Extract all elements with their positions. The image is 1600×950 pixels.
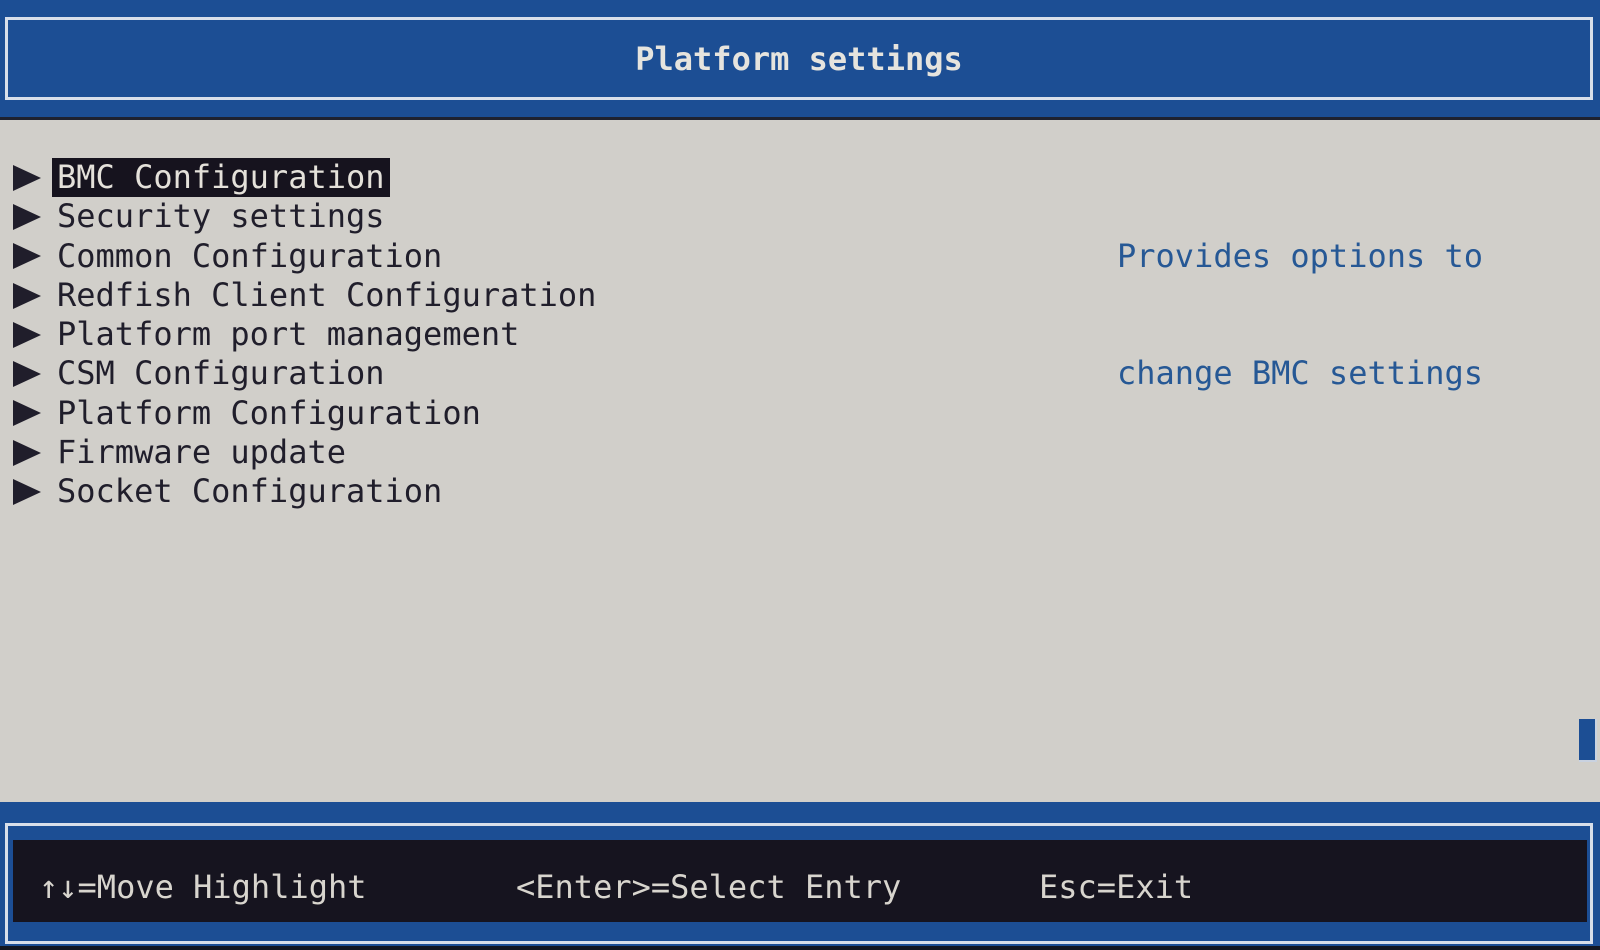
- title-bar: Platform settings: [0, 0, 1600, 117]
- submenu-arrow-icon: [13, 203, 57, 230]
- menu-item-label: Security settings: [57, 197, 385, 236]
- hotkey-box: ↑↓=Move Highlight <Enter>=Select Entry E…: [13, 840, 1587, 922]
- menu-item-label: CSM Configuration: [57, 354, 385, 393]
- help-panel: Provides options to change BMC settings: [1117, 158, 1483, 472]
- menu-item-platform-configuration[interactable]: Platform Configuration: [0, 394, 601, 433]
- help-text-line: Provides options to: [1117, 236, 1484, 275]
- menu-list: BMC Configuration Security settings Comm…: [0, 158, 601, 512]
- menu-item-bmc-configuration[interactable]: BMC Configuration: [0, 158, 601, 198]
- menu-item-label: BMC Configuration: [52, 158, 390, 198]
- submenu-arrow-icon: [13, 164, 57, 191]
- scrollbar-thumb[interactable]: [1579, 719, 1597, 762]
- bios-setup-screen: Platform settings BMC Configuration Secu…: [0, 0, 1600, 950]
- menu-item-label: Socket Configuration: [57, 472, 443, 511]
- title-frame: Platform settings: [5, 17, 1593, 100]
- menu-item-label: Common Configuration: [57, 236, 443, 275]
- submenu-arrow-icon: [13, 439, 57, 466]
- menu-item-firmware-update[interactable]: Firmware update: [0, 433, 601, 472]
- submenu-arrow-icon: [13, 361, 57, 388]
- page-title: Platform settings: [635, 39, 963, 78]
- submenu-arrow-icon: [13, 479, 57, 506]
- help-text-line: change BMC settings: [1117, 354, 1484, 393]
- menu-item-label: Platform Configuration: [57, 393, 481, 432]
- submenu-arrow-icon: [13, 400, 57, 427]
- hotkey-move-highlight: ↑↓=Move Highlight: [39, 868, 367, 906]
- submenu-arrow-icon: [13, 321, 57, 348]
- submenu-arrow-icon: [13, 243, 57, 270]
- menu-item-label: Redfish Client Configuration: [57, 275, 597, 314]
- menu-item-common-configuration[interactable]: Common Configuration: [0, 237, 601, 276]
- menu-item-label: Firmware update: [57, 433, 346, 472]
- hotkey-select-entry: <Enter>=Select Entry: [516, 868, 902, 906]
- menu-item-redfish-client-configuration[interactable]: Redfish Client Configuration: [0, 276, 601, 315]
- menu-item-socket-configuration[interactable]: Socket Configuration: [0, 472, 601, 511]
- menu-item-csm-configuration[interactable]: CSM Configuration: [0, 354, 601, 393]
- menu-item-label: Platform port management: [57, 315, 520, 354]
- menu-item-platform-port-management[interactable]: Platform port management: [0, 315, 601, 354]
- main-area: BMC Configuration Security settings Comm…: [0, 120, 1600, 802]
- submenu-arrow-icon: [13, 282, 57, 309]
- footer-bar: ↑↓=Move Highlight <Enter>=Select Entry E…: [0, 802, 1600, 950]
- footer-bottom-edge: [0, 946, 1600, 950]
- hotkey-exit: Esc=Exit: [1039, 868, 1194, 906]
- menu-item-security-settings[interactable]: Security settings: [0, 197, 601, 236]
